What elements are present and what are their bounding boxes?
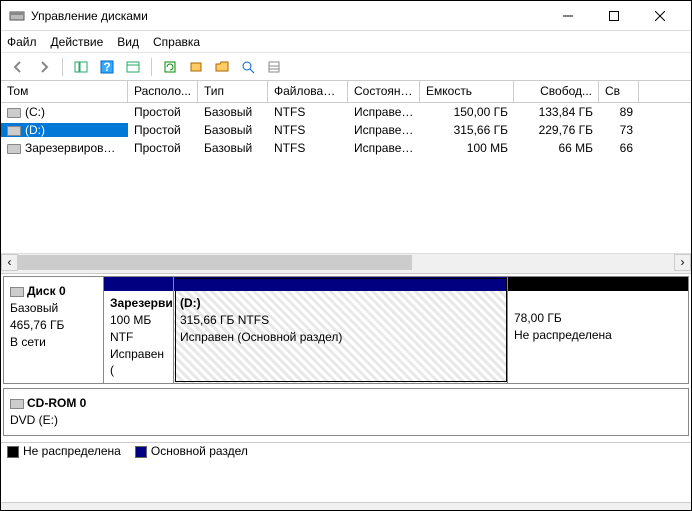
folder-icon[interactable] — [211, 56, 233, 78]
menu-file[interactable]: Файл — [7, 35, 37, 49]
partition-d[interactable]: (D:) 315,66 ГБ NTFS Исправен (Основной р… — [174, 277, 508, 383]
col-type[interactable]: Тип — [198, 81, 268, 102]
table-row[interactable]: (D:) Простой Базовый NTFS Исправен... 31… — [1, 121, 691, 139]
settings-icon[interactable] — [185, 56, 207, 78]
legend-unallocated: Не распределена — [7, 444, 121, 458]
menu-action[interactable]: Действие — [51, 35, 104, 49]
horizontal-scrollbar[interactable]: ‹ › — [1, 253, 691, 270]
back-button[interactable] — [7, 56, 29, 78]
col-status[interactable]: Состояние — [348, 81, 420, 102]
volume-icon — [7, 108, 21, 118]
svg-text:?: ? — [103, 60, 110, 74]
app-icon — [9, 8, 25, 24]
disk-info[interactable]: Диск 0 Базовый 465,76 ГБ В сети — [4, 277, 104, 383]
legend: Не распределена Основной раздел — [1, 442, 691, 460]
cdrom-icon — [10, 399, 24, 409]
col-fs[interactable]: Файловая с... — [268, 81, 348, 102]
minimize-button[interactable] — [545, 2, 591, 30]
table-row[interactable]: (C:) Простой Базовый NTFS Исправен... 15… — [1, 103, 691, 121]
window-title: Управление дисками — [31, 9, 545, 23]
partition-unallocated[interactable]: 78,00 ГБ Не распределена — [508, 277, 688, 383]
status-bar — [1, 502, 691, 510]
menu-help[interactable]: Справка — [153, 35, 200, 49]
zoom-icon[interactable] — [237, 56, 259, 78]
forward-button[interactable] — [33, 56, 55, 78]
col-free[interactable]: Свобод... — [514, 81, 599, 102]
table-row[interactable]: Зарезервировано... Простой Базовый NTFS … — [1, 139, 691, 157]
col-pct[interactable]: Св — [599, 81, 639, 102]
col-capacity[interactable]: Емкость — [420, 81, 514, 102]
volume-icon — [7, 126, 21, 136]
col-layout[interactable]: Располо... — [128, 81, 198, 102]
volume-icon — [7, 144, 21, 154]
show-hide-console-icon[interactable] — [70, 56, 92, 78]
volume-list: (C:) Простой Базовый NTFS Исправен... 15… — [1, 103, 691, 253]
disk-row: Диск 0 Базовый 465,76 ГБ В сети Зарезерв… — [3, 276, 689, 384]
col-volume[interactable]: Том — [1, 81, 128, 102]
toolbar: ? — [1, 53, 691, 81]
menu-bar: Файл Действие Вид Справка — [1, 31, 691, 53]
menu-view[interactable]: Вид — [117, 35, 139, 49]
properties-icon[interactable] — [122, 56, 144, 78]
maximize-button[interactable] — [591, 2, 637, 30]
disk-row: CD-ROM 0 DVD (E:) — [3, 388, 689, 436]
legend-primary: Основной раздел — [135, 444, 248, 458]
help-icon[interactable]: ? — [96, 56, 118, 78]
scroll-left-icon[interactable]: ‹ — [1, 254, 18, 271]
disk-icon — [10, 287, 24, 297]
refresh-icon[interactable] — [159, 56, 181, 78]
disk-graphical-view: Диск 0 Базовый 465,76 ГБ В сети Зарезерв… — [1, 274, 691, 442]
scroll-right-icon[interactable]: › — [674, 254, 691, 271]
volume-list-header: Том Располо... Тип Файловая с... Состоян… — [1, 81, 691, 103]
list-icon[interactable] — [263, 56, 285, 78]
partition-reserved[interactable]: Зарезерви 100 МБ NTF Исправен ( — [104, 277, 174, 383]
close-button[interactable] — [637, 2, 683, 30]
cdrom-info[interactable]: CD-ROM 0 DVD (E:) — [4, 389, 688, 435]
